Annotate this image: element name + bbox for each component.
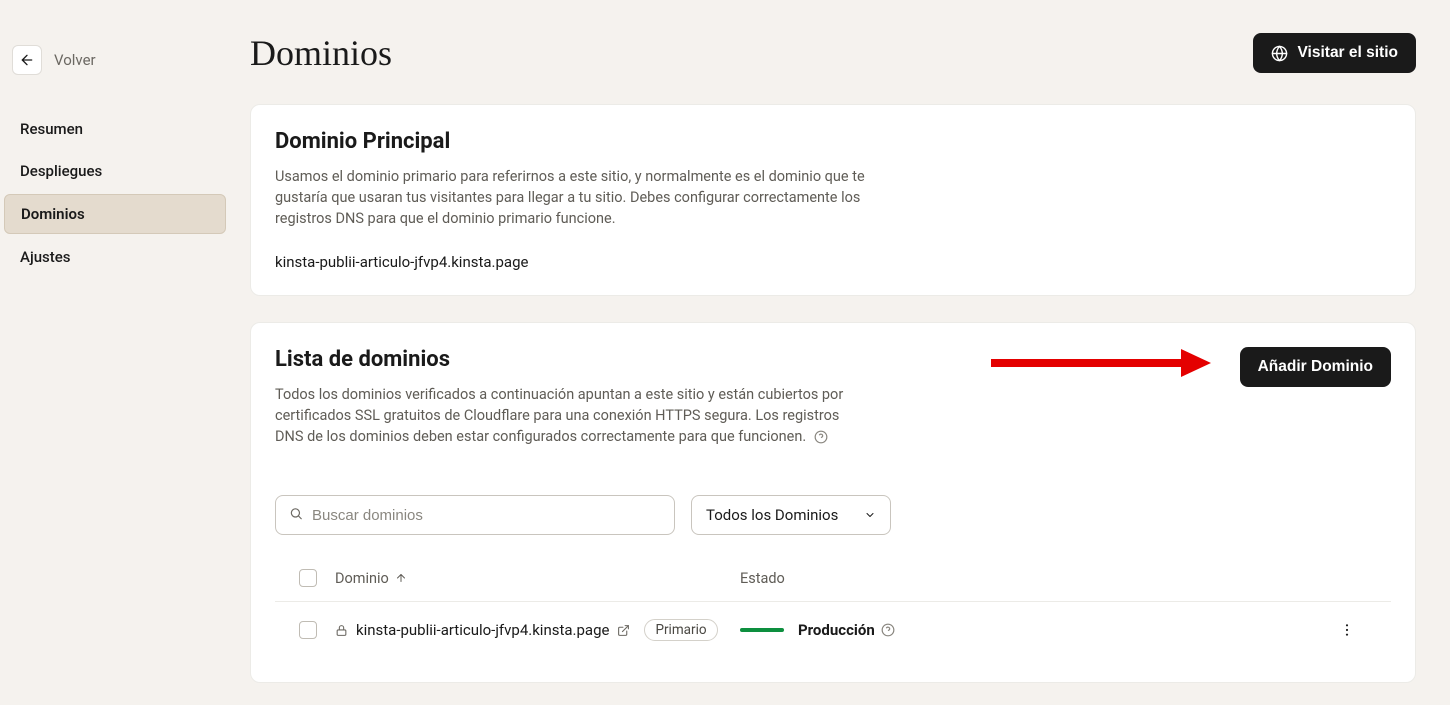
sidebar-item-ajustes[interactable]: Ajustes [4, 238, 226, 276]
primary-domain-card: Dominio Principal Usamos el dominio prim… [250, 104, 1416, 296]
sidebar-item-dominios[interactable]: Dominios [4, 194, 226, 234]
domain-list-card: Lista de dominios Todos los dominios ver… [250, 322, 1416, 683]
table-row: kinsta-publii-articulo-jfvp4.kinsta.page… [275, 601, 1391, 658]
page-title: Dominios [250, 32, 392, 74]
controls-row: Todos los Dominios [275, 495, 1391, 535]
list-header-row: Lista de dominios Todos los dominios ver… [275, 347, 1391, 471]
status-label: Producción [798, 621, 875, 639]
select-all-checkbox[interactable] [299, 569, 317, 587]
column-status-header[interactable]: Estado [740, 570, 1327, 587]
main-content: Dominios Visitar el sitio Dominio Princi… [230, 0, 1450, 705]
domain-list-description: Todos los dominios verificados a continu… [275, 384, 865, 447]
sidebar-item-despliegues[interactable]: Despliegues [4, 152, 226, 190]
primary-domain-description: Usamos el dominio primario para referirn… [275, 166, 865, 229]
sidebar: Volver Resumen Despliegues Dominios Ajus… [0, 0, 230, 705]
visit-site-button[interactable]: Visitar el sitio [1253, 33, 1416, 73]
back-button[interactable] [12, 45, 42, 75]
domain-name[interactable]: kinsta-publii-articulo-jfvp4.kinsta.page [356, 621, 609, 639]
column-domain-header[interactable]: Dominio [335, 570, 740, 587]
filter-select-label: Todos los Dominios [706, 506, 838, 524]
back-row: Volver [2, 45, 228, 75]
header-row: Dominios Visitar el sitio [250, 32, 1416, 74]
help-icon[interactable] [881, 623, 895, 637]
primary-badge: Primario [644, 619, 717, 641]
row-actions-menu[interactable] [1335, 618, 1359, 642]
status-indicator [740, 628, 784, 632]
search-input[interactable] [275, 495, 675, 535]
arrow-left-icon [19, 52, 35, 68]
primary-domain-title: Dominio Principal [275, 129, 1391, 154]
filter-select[interactable]: Todos los Dominios [691, 495, 891, 535]
globe-icon [1271, 45, 1288, 62]
row-checkbox[interactable] [299, 621, 317, 639]
visit-site-label: Visitar el sitio [1297, 44, 1398, 62]
search-icon [289, 506, 303, 525]
table-header: Dominio Estado [275, 555, 1391, 601]
add-domain-button[interactable]: Añadir Dominio [1240, 347, 1391, 387]
help-icon[interactable] [814, 430, 828, 444]
primary-domain-value: kinsta-publii-articulo-jfvp4.kinsta.page [275, 253, 1391, 271]
external-link-icon[interactable] [617, 624, 630, 637]
chevron-down-icon [864, 509, 876, 521]
lock-icon [335, 624, 348, 637]
domain-list-title: Lista de dominios [275, 347, 865, 372]
sort-asc-icon [395, 572, 407, 584]
search-wrap [275, 495, 675, 535]
kebab-icon [1339, 622, 1355, 638]
back-label: Volver [54, 51, 96, 69]
sidebar-item-resumen[interactable]: Resumen [4, 110, 226, 148]
